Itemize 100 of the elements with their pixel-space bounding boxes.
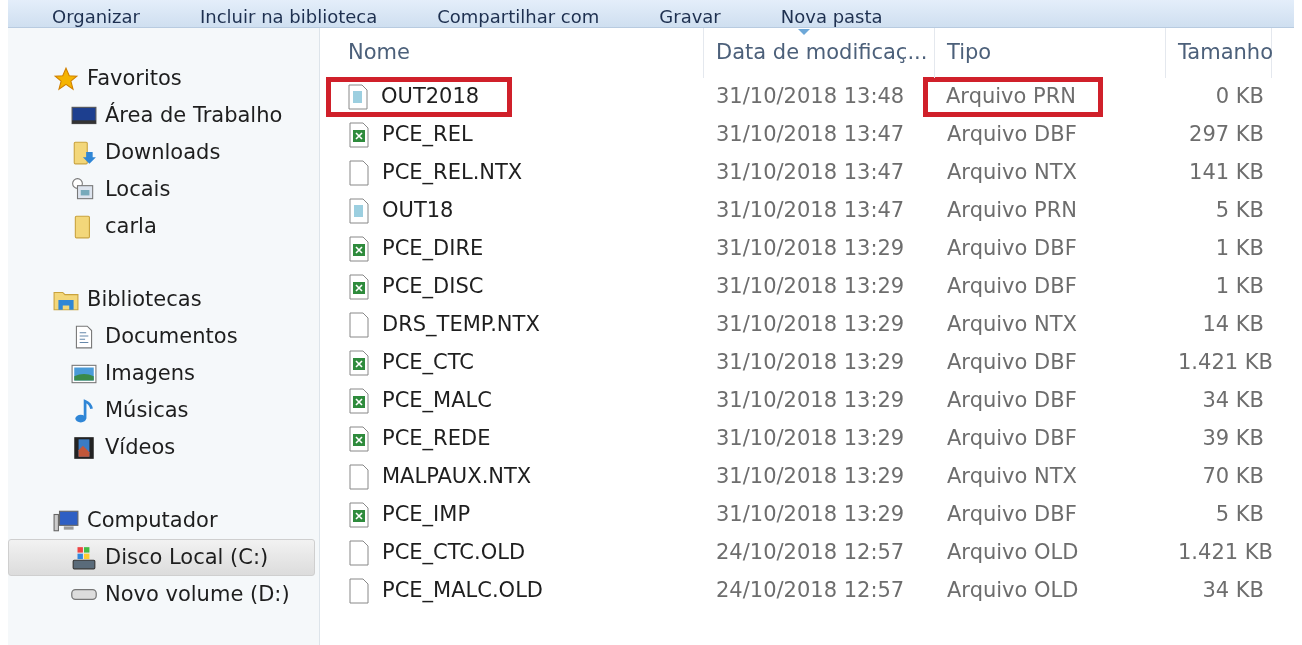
size-cell: 1.421 KB [1178, 540, 1273, 565]
file-name: PCE_DISC [382, 273, 484, 301]
drive-icon [71, 589, 97, 600]
type-cell-text: Arquivo DBF [947, 425, 1077, 453]
size-cell: 141 KB [1189, 160, 1264, 185]
date-cell: 31/10/2018 13:29 [716, 388, 905, 413]
file-row[interactable]: PCE_CTC.OLD 24/10/2018 12:57 Arquivo OLD 1.421 KB [320, 534, 1302, 572]
spreadsheet-icon [348, 350, 370, 376]
file-row[interactable]: MALPAUX.NTX 31/10/2018 13:29 Arquivo NTX 70 KB [320, 458, 1302, 496]
file-row[interactable]: PCE_CTC 31/10/2018 13:29 Arquivo DBF 1.421 KB [320, 344, 1302, 382]
sidebar-item[interactable]: Imagens [8, 355, 315, 392]
file-row[interactable]: PCE_MALC 31/10/2018 13:29 Arquivo DBF 34 KB [320, 382, 1302, 420]
file-name: PCE_REL.NTX [382, 159, 523, 187]
spreadsheet-icon [348, 388, 370, 414]
sidebar-item[interactable]: Área de Trabalho [8, 97, 315, 134]
sidebar-item[interactable]: Disco Local (C:) [8, 539, 315, 576]
file-icon [348, 312, 370, 338]
date-cell: 31/10/2018 13:47 [716, 122, 905, 147]
file-name: DRS_TEMP.NTX [382, 311, 540, 339]
date-cell: 31/10/2018 13:47 [716, 198, 905, 223]
document-icon [347, 84, 369, 110]
sidebar-item[interactable]: carla [8, 208, 315, 245]
toolbar-button[interactable]: Gravar [659, 7, 721, 27]
type-cell-text: Arquivo PRN [947, 197, 1078, 225]
folder-download-icon [71, 139, 97, 166]
document-icon [348, 198, 370, 224]
file-name: OUT18 [382, 197, 454, 225]
sidebar-header[interactable]: Bibliotecas [8, 281, 315, 318]
date-cell: 31/10/2018 13:29 [716, 350, 905, 375]
sidebar-item[interactable]: Músicas [8, 392, 315, 429]
date-cell: 24/10/2018 12:57 [716, 540, 905, 565]
size-cell: 39 KB [1202, 426, 1264, 451]
type-cell-text: Arquivo OLD [947, 577, 1079, 605]
file-name: MALPAUX.NTX [382, 463, 532, 491]
file-row[interactable]: PCE_MALC.OLD 24/10/2018 12:57 Arquivo OLD 34 KB [320, 572, 1302, 610]
file-row[interactable]: PCE_REDE 31/10/2018 13:29 Arquivo DBF 39 KB [320, 420, 1302, 458]
date-cell: 31/10/2018 13:29 [716, 464, 905, 489]
file-row[interactable]: PCE_DISC 31/10/2018 13:29 Arquivo DBF 1 KB [320, 268, 1302, 306]
type-cell-text: Arquivo OLD [947, 539, 1079, 567]
file-name: PCE_CTC [382, 349, 475, 377]
column-header[interactable]: Tamanho [1166, 28, 1272, 78]
sidebar-item[interactable]: Vídeos [8, 429, 315, 466]
drive-icon [71, 544, 97, 571]
file-name: PCE_MALC [382, 387, 492, 415]
sidebar-item[interactable]: Documentos [8, 318, 315, 355]
star-icon [53, 65, 79, 92]
sidebar-item[interactable]: Novo volume (D:) [8, 576, 315, 613]
type-cell-text: Arquivo DBF [947, 387, 1077, 415]
size-cell: 70 KB [1202, 464, 1264, 489]
date-cell: 31/10/2018 13:47 [716, 160, 905, 185]
file-row[interactable]: OUT2018 31/10/2018 13:48 Arquivo PRN 0 KB [320, 78, 1302, 116]
file-name: PCE_REDE [382, 425, 491, 453]
spreadsheet-icon [348, 426, 370, 452]
column-header[interactable]: Tipo [935, 28, 1166, 78]
file-row[interactable]: PCE_REL 31/10/2018 13:47 Arquivo DBF 297 KB [320, 116, 1302, 154]
film-icon [71, 434, 97, 461]
date-cell: 31/10/2018 13:29 [716, 312, 905, 337]
type-cell-text: Arquivo DBF [947, 501, 1077, 529]
sidebar-item[interactable]: Downloads [8, 134, 315, 171]
file-row[interactable]: OUT18 31/10/2018 13:47 Arquivo PRN 5 KB [320, 192, 1302, 230]
file-row[interactable]: DRS_TEMP.NTX 31/10/2018 13:29 Arquivo NTX 14 KB [320, 306, 1302, 344]
sidebar-header[interactable]: Computador [8, 502, 315, 539]
size-cell: 0 KB [1215, 84, 1264, 109]
column-header[interactable]: Data de modificaç... [704, 28, 935, 78]
toolbar-button[interactable]: Compartilhar com [437, 7, 600, 27]
type-cell-text: Arquivo DBF [947, 349, 1077, 377]
size-cell: 14 KB [1202, 312, 1264, 337]
type-cell-text: Arquivo PRN [946, 83, 1077, 111]
size-cell: 34 KB [1202, 578, 1264, 603]
size-cell: 1.421 KB [1178, 350, 1273, 375]
toolbar-button[interactable]: Nova pasta [780, 7, 883, 27]
spreadsheet-icon [348, 122, 370, 148]
sidebar-item[interactable]: Locais [8, 171, 315, 208]
type-cell-text: Arquivo DBF [947, 235, 1077, 263]
file-row[interactable]: PCE_DIRE 31/10/2018 13:29 Arquivo DBF 1 KB [320, 230, 1302, 268]
sort-arrow-icon [798, 29, 810, 35]
file-row[interactable]: PCE_IMP 31/10/2018 13:29 Arquivo DBF 5 KB [320, 496, 1302, 534]
column-header[interactable]: Nome [320, 28, 704, 78]
type-cell-text: Arquivo DBF [947, 273, 1077, 301]
size-cell: 1 KB [1215, 236, 1264, 261]
file-name: PCE_DIRE [382, 235, 484, 263]
date-cell: 31/10/2018 13:29 [716, 274, 905, 299]
type-cell-text: Arquivo NTX [947, 463, 1077, 491]
file-name: PCE_REL [382, 121, 473, 149]
file-name: OUT2018 [381, 83, 480, 111]
file-name: PCE_IMP [382, 501, 471, 529]
file-icon [348, 578, 370, 604]
toolbar-button[interactable]: Organizar [52, 7, 140, 27]
spreadsheet-icon [348, 236, 370, 262]
date-cell: 31/10/2018 13:29 [716, 502, 905, 527]
sidebar-header[interactable]: Favoritos [8, 60, 315, 97]
type-cell-text: Arquivo NTX [947, 311, 1077, 339]
file-name: PCE_MALC.OLD [382, 577, 544, 605]
date-cell: 24/10/2018 12:57 [716, 578, 905, 603]
toolbar-button[interactable]: Incluir na biblioteca [200, 7, 378, 27]
file-icon [348, 160, 370, 186]
file-row[interactable]: PCE_REL.NTX 31/10/2018 13:47 Arquivo NTX 141 KB [320, 154, 1302, 192]
file-icon [348, 540, 370, 566]
size-cell: 34 KB [1202, 388, 1264, 413]
spreadsheet-icon [348, 274, 370, 300]
